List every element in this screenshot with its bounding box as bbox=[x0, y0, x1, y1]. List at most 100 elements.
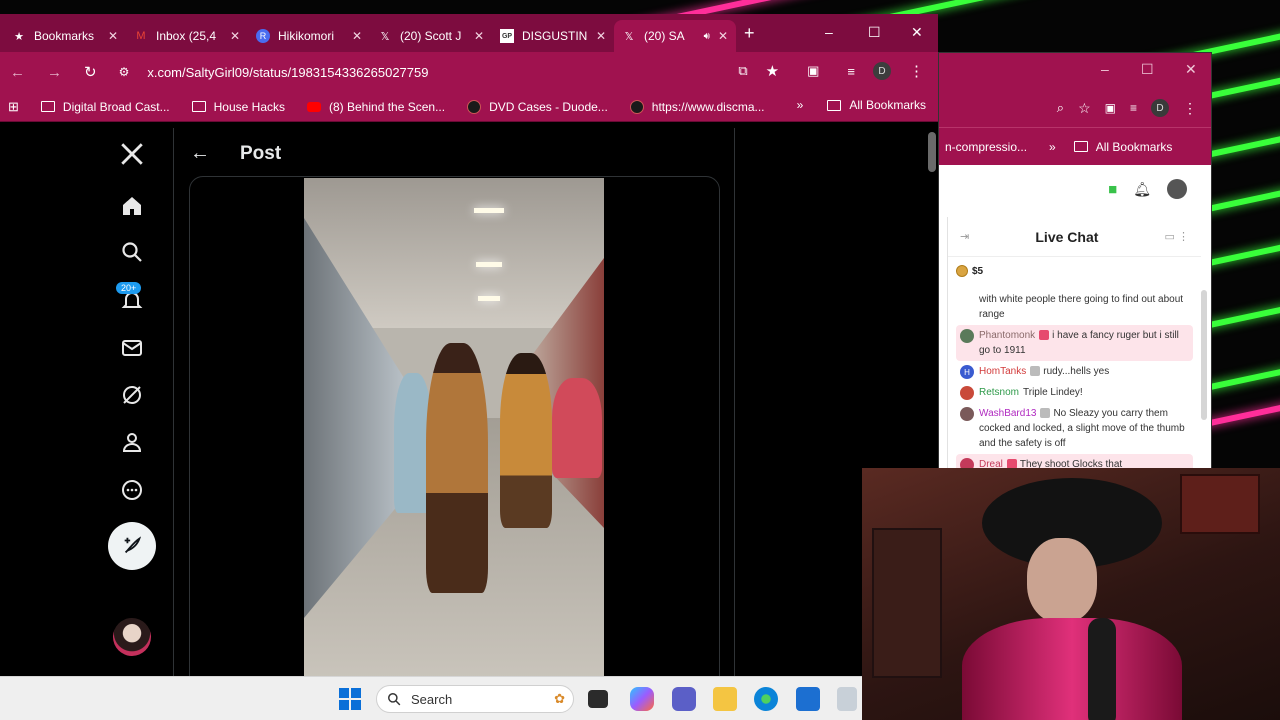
windows-taskbar: Search ✿ bbox=[0, 676, 862, 720]
chat-user-avatar[interactable] bbox=[960, 407, 974, 421]
bookmark-item[interactable]: House Hacks bbox=[191, 100, 285, 114]
store-icon[interactable] bbox=[796, 687, 820, 711]
back-arrow-icon[interactable]: ← bbox=[190, 142, 210, 165]
reload-icon[interactable]: ↻ bbox=[84, 63, 97, 81]
close-tab-icon[interactable]: ✕ bbox=[474, 29, 484, 43]
chat-user-avatar[interactable] bbox=[960, 386, 974, 400]
start-windows-icon[interactable] bbox=[338, 687, 362, 711]
chat-user-avatar[interactable] bbox=[960, 329, 974, 343]
grok-icon[interactable] bbox=[108, 371, 156, 419]
profile-icon[interactable] bbox=[108, 418, 156, 466]
secondary-titlebar: – ☐ ✕ bbox=[939, 53, 1211, 89]
secondary-toolbar: ⌕ ☆ ▣ ≡ D ⋮ bbox=[939, 89, 1211, 127]
chat-username[interactable]: HomTanks bbox=[979, 366, 1026, 377]
close-icon[interactable]: ✕ bbox=[911, 24, 923, 41]
back-icon[interactable]: ← bbox=[10, 64, 25, 81]
x-logo-icon: 𝕏 bbox=[380, 30, 390, 43]
menu-icon[interactable]: ⋮ bbox=[1183, 100, 1197, 117]
queue-icon[interactable]: ≡ bbox=[847, 64, 855, 79]
home-icon[interactable] bbox=[108, 182, 156, 230]
minimize-icon[interactable]: – bbox=[1101, 61, 1109, 77]
forward-icon[interactable]: → bbox=[47, 64, 62, 81]
bookmark-item[interactable]: n-compressio... bbox=[945, 140, 1027, 154]
apps-grid-icon[interactable]: ⊞ bbox=[8, 99, 19, 115]
queue-icon[interactable]: ≡ bbox=[1130, 101, 1137, 115]
tab-4[interactable]: GP DISGUSTIN ✕ bbox=[492, 20, 614, 52]
gmail-icon: M bbox=[136, 30, 146, 42]
bookmark-item[interactable]: https://www.discma... bbox=[629, 99, 765, 114]
page-scrollbar[interactable] bbox=[928, 132, 936, 172]
all-bookmarks[interactable]: All Bookmarks bbox=[827, 98, 926, 112]
tab-5[interactable]: 𝕏 (20) SA 🔊︎ ✕ bbox=[614, 20, 736, 52]
chat-message: H HomTanks rudy...hells yes bbox=[956, 361, 1193, 382]
tab-0[interactable]: ★ Bookmarks ✕ bbox=[4, 20, 126, 52]
task-view-icon[interactable] bbox=[588, 690, 608, 708]
search-icon[interactable]: ⌕ bbox=[1057, 100, 1064, 116]
explore-search-icon[interactable] bbox=[108, 228, 156, 276]
bell-icon[interactable]: 🔔︎ bbox=[1133, 181, 1151, 198]
tab-2[interactable]: R Hikikomori ✕ bbox=[248, 20, 370, 52]
close-tab-icon[interactable]: ✕ bbox=[718, 29, 728, 43]
bookmark-item[interactable]: (8) Behind the Scen... bbox=[307, 100, 445, 114]
all-bookmarks-label: All Bookmarks bbox=[1095, 139, 1173, 154]
edge-icon[interactable] bbox=[754, 687, 778, 711]
webcam-streamer-coat bbox=[962, 618, 1182, 720]
media-icon[interactable]: ▣ bbox=[807, 63, 819, 79]
compose-post-button[interactable] bbox=[108, 522, 156, 570]
profile-avatar[interactable]: D bbox=[873, 62, 891, 80]
post-video[interactable] bbox=[304, 178, 604, 676]
live-chat-panel: ⇥ Live Chat ▭ ⋮ $5 with white people the… bbox=[947, 217, 1201, 469]
maximize-icon[interactable]: ☐ bbox=[1141, 61, 1154, 78]
teams-icon[interactable] bbox=[672, 687, 696, 711]
tab-3[interactable]: 𝕏 (20) Scott J ✕ bbox=[370, 20, 492, 52]
star-icon[interactable]: ★ bbox=[766, 62, 779, 80]
new-tab-button[interactable]: + bbox=[744, 23, 755, 44]
chat-username[interactable]: Retsnom bbox=[979, 387, 1019, 398]
chat-options[interactable]: ▭ ⋮ bbox=[1165, 230, 1189, 243]
chevron-right-icon[interactable]: » bbox=[797, 98, 804, 112]
video-scene-light bbox=[478, 296, 500, 301]
minimize-icon[interactable]: – bbox=[825, 24, 833, 40]
bookmark-item[interactable]: Digital Broad Cast... bbox=[40, 100, 170, 114]
gp-icon: GP bbox=[500, 29, 514, 43]
all-bookmarks-label: All Bookmarks bbox=[849, 98, 926, 112]
menu-icon[interactable]: ⋮ bbox=[909, 62, 924, 80]
taskbar-search[interactable]: Search ✿ bbox=[376, 685, 574, 713]
file-explorer-icon[interactable] bbox=[713, 687, 737, 711]
page-title: Post bbox=[240, 142, 282, 164]
close-tab-icon[interactable]: ✕ bbox=[596, 29, 606, 43]
all-bookmarks[interactable]: All Bookmarks bbox=[1073, 139, 1173, 154]
tip-amount: $5 bbox=[972, 265, 984, 277]
chat-username[interactable]: Phantomonk bbox=[979, 330, 1035, 341]
scrollbar[interactable] bbox=[1201, 290, 1207, 420]
tab-1[interactable]: M Inbox (25,4 ✕ bbox=[126, 20, 248, 52]
video-scene-cart bbox=[552, 378, 602, 478]
site-info-icon[interactable]: ⚙ bbox=[119, 65, 130, 79]
collapse-chat-icon[interactable]: ⇥ bbox=[960, 230, 969, 243]
chat-username[interactable]: WashBard13 bbox=[979, 408, 1036, 419]
close-tab-icon[interactable]: ✕ bbox=[230, 29, 240, 43]
profile-avatar[interactable]: D bbox=[1151, 99, 1169, 117]
account-avatar[interactable] bbox=[113, 618, 151, 656]
video-scene-light bbox=[476, 262, 502, 267]
close-tab-icon[interactable]: ✕ bbox=[108, 29, 118, 43]
video-camera-icon[interactable]: ■ bbox=[1108, 181, 1117, 198]
maximize-icon[interactable]: ☐ bbox=[868, 24, 881, 41]
bookmark-item[interactable]: DVD Cases - Duode... bbox=[467, 99, 608, 114]
media-icon[interactable]: ▣ bbox=[1105, 101, 1116, 115]
app-icon[interactable] bbox=[837, 687, 857, 711]
messages-envelope-icon[interactable] bbox=[108, 324, 156, 372]
chevron-right-icon[interactable]: » bbox=[1049, 140, 1056, 154]
more-options-icon[interactable] bbox=[108, 466, 156, 514]
close-tab-icon[interactable]: ✕ bbox=[352, 29, 362, 43]
x-logo-icon[interactable] bbox=[108, 130, 156, 178]
star-icon[interactable]: ☆ bbox=[1078, 100, 1091, 117]
copilot-icon[interactable] bbox=[630, 687, 654, 711]
tip-ticker[interactable]: $5 bbox=[948, 257, 1201, 285]
speaker-icon[interactable]: 🔊︎ bbox=[704, 31, 710, 42]
url-bar[interactable]: x.com/SaltyGirl09/status/198315433626502… bbox=[147, 65, 428, 80]
user-avatar[interactable] bbox=[1167, 179, 1187, 199]
close-icon[interactable]: ✕ bbox=[1185, 61, 1197, 78]
chat-user-avatar[interactable]: H bbox=[960, 365, 974, 379]
install-app-icon[interactable]: ⧉ bbox=[738, 63, 747, 79]
